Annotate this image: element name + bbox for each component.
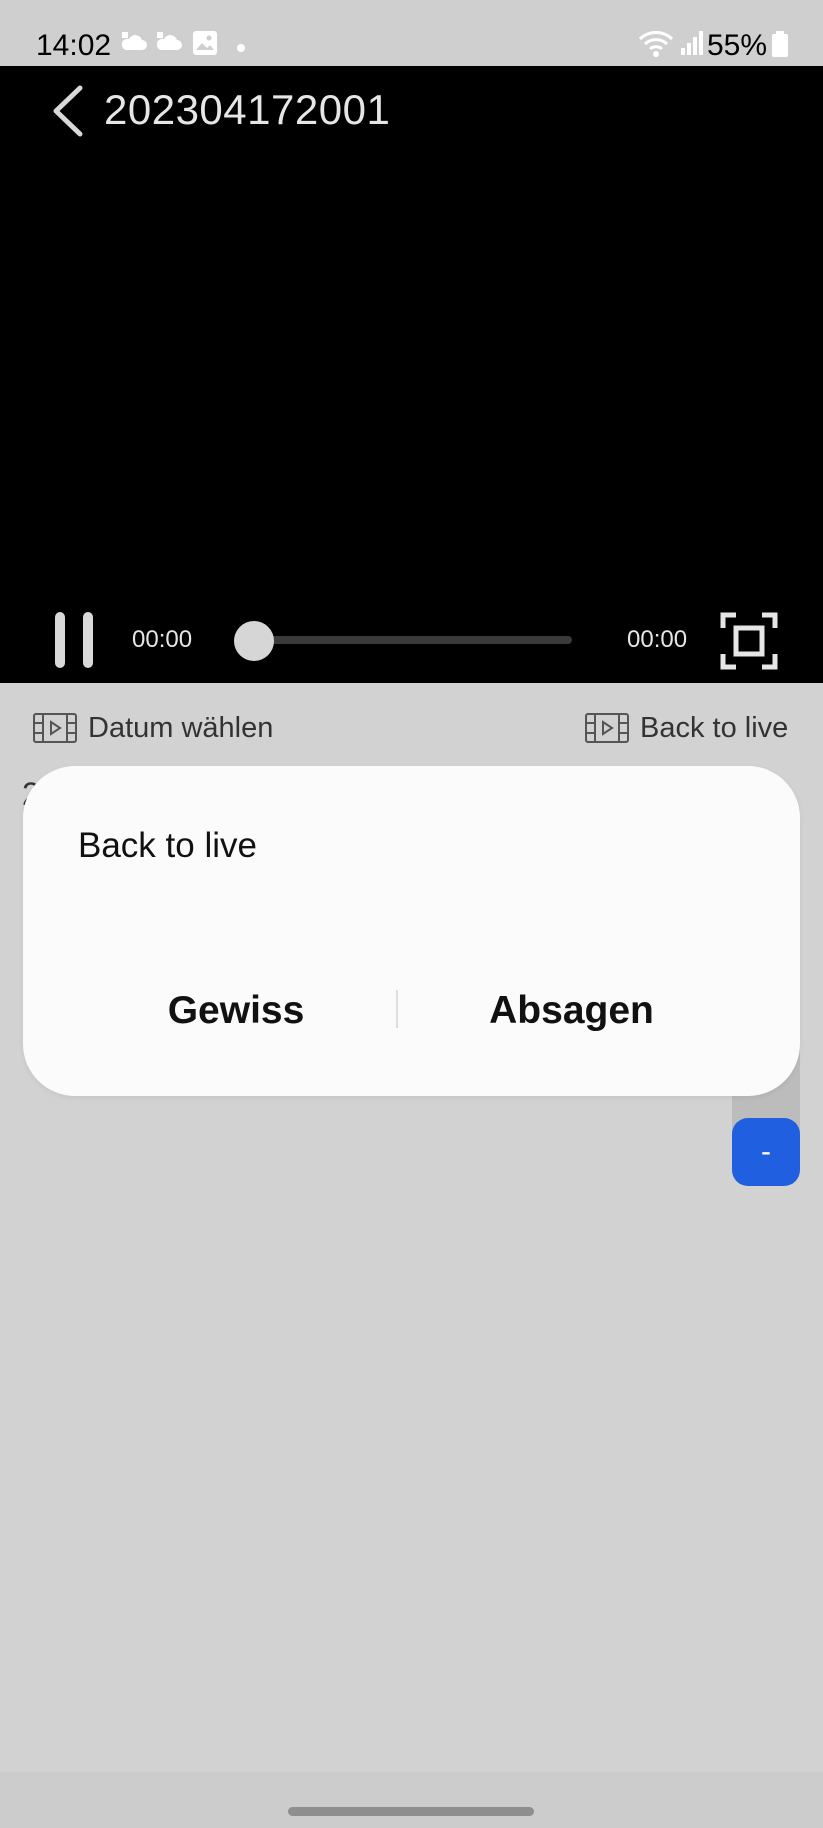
- back-to-live-button[interactable]: Back to live: [584, 710, 788, 746]
- home-indicator[interactable]: [288, 1807, 534, 1816]
- dialog-divider: [396, 990, 398, 1028]
- cloud-icon: [120, 30, 148, 59]
- fullscreen-icon[interactable]: [720, 612, 778, 675]
- pause-icon: [83, 612, 93, 668]
- film-icon: [585, 713, 629, 743]
- current-time: 00:00: [132, 626, 193, 653]
- pause-icon: [55, 612, 65, 668]
- back-to-live-label: Back to live: [640, 712, 789, 744]
- choose-date-button[interactable]: Datum wählen: [32, 710, 273, 746]
- total-time: 00:00: [627, 626, 688, 653]
- wifi-icon: [638, 30, 674, 63]
- zoom-out-button[interactable]: -: [732, 1118, 800, 1186]
- progress-knob[interactable]: [234, 621, 274, 661]
- cancel-button[interactable]: Absagen: [400, 986, 743, 1036]
- choose-date-label: Datum wählen: [88, 712, 274, 744]
- film-icon: [33, 713, 77, 743]
- minus-label: -: [761, 1135, 771, 1168]
- progress-track[interactable]: [255, 636, 572, 644]
- battery-percentage: 55%: [706, 29, 767, 62]
- back-arrow-icon[interactable]: [48, 84, 88, 143]
- dot-icon: [236, 40, 246, 58]
- video-player[interactable]: [0, 66, 823, 683]
- battery-icon: [771, 30, 789, 63]
- status-time: 14:02: [36, 29, 112, 62]
- confirm-dialog: [23, 766, 800, 1096]
- signal-icon: [680, 30, 704, 61]
- pause-button[interactable]: [52, 612, 96, 668]
- cloud-icon: [155, 30, 183, 59]
- image-icon: [192, 30, 218, 61]
- navigation-bar: [0, 1772, 823, 1828]
- dialog-title: Back to live: [78, 826, 257, 865]
- video-title: 202304172001: [104, 86, 391, 133]
- confirm-button[interactable]: Gewiss: [60, 986, 412, 1036]
